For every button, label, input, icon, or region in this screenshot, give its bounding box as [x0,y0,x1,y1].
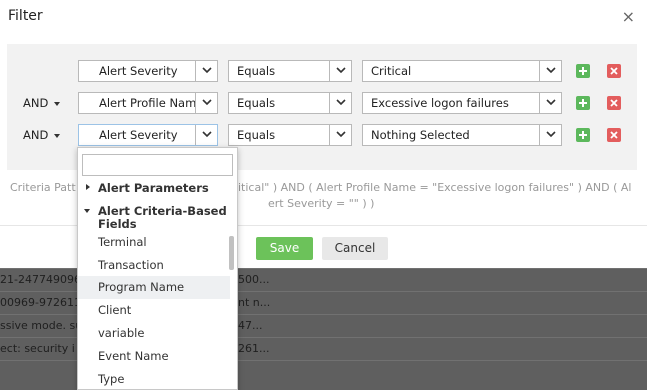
dropdown-search-input[interactable] [82,154,233,176]
connector-select[interactable]: AND [23,96,48,110]
close-icon[interactable]: × [622,8,635,26]
group-label: Alert Parameters [98,181,209,195]
add-row-button[interactable] [576,128,590,142]
x-icon [610,99,618,107]
delete-row-button[interactable] [607,96,621,110]
delete-row-button[interactable] [607,128,621,142]
table-cell: ssive mode. sul [0,319,86,332]
dropdown-item[interactable]: Terminal [78,231,230,254]
add-row-button[interactable] [576,64,590,78]
chevron-down-icon[interactable] [329,125,351,145]
field-select[interactable]: Alert Severity [78,124,218,146]
plus-icon [579,131,587,139]
field-select-value: Alert Profile Nam [99,96,195,110]
value-select-value: Excessive logon failures [371,96,509,110]
table-cell: 47... [238,319,263,332]
caret-right-icon [86,184,90,190]
plus-icon [579,99,587,107]
criteria-pattern-line: Criteria Patt itical" ) AND ( Alert Prof… [10,180,631,196]
dropdown-item[interactable]: Event Name [78,345,230,368]
table-cell: ect: security i [0,342,75,355]
plus-icon [579,67,587,75]
operator-select[interactable]: Equals [228,60,352,82]
value-select-value: Critical [371,64,412,78]
value-select[interactable]: Nothing Selected [362,124,562,146]
caret-down-icon[interactable] [54,102,60,106]
value-select[interactable]: Excessive logon failures [362,92,562,114]
value-select-value: Nothing Selected [371,128,470,142]
save-button[interactable]: Save [256,237,313,260]
table-cell: 21-247749096 [0,273,81,286]
table-cell: nt n... [238,296,271,309]
chevron-down-icon[interactable] [329,93,351,113]
dropdown-item[interactable]: Client [78,299,230,322]
criteria-pattern-label: Criteria Patt [10,181,76,194]
chevron-down-icon[interactable] [195,61,217,81]
caret-down-icon[interactable] [54,134,60,138]
dialog-title: Filter [8,8,43,24]
dropdown-item[interactable]: variable [78,322,230,345]
caret-down-icon [84,209,90,213]
operator-select-value: Equals [237,96,276,110]
connector-select[interactable]: AND [23,128,48,142]
criteria-pattern-text: ert Severity = "" ) ) [268,197,375,210]
operator-select[interactable]: Equals [228,92,352,114]
chevron-down-icon[interactable] [539,93,561,113]
criteria-pattern-text: itical" ) AND ( Alert Profile Name = "Ex… [238,181,632,194]
x-icon [610,67,618,75]
chevron-down-icon[interactable] [195,93,217,113]
field-select[interactable]: Alert Profile Nam [78,92,218,114]
table-cell: 00969-972611 [0,296,81,309]
table-cell: 500... [238,273,270,286]
chevron-down-icon[interactable] [195,125,217,145]
filter-row: Alert Severity Equals Critical [7,60,637,82]
field-select-value: Alert Severity [99,128,178,142]
add-row-button[interactable] [576,96,590,110]
dropdown-item[interactable]: Program Name [78,276,230,299]
filter-row: AND Alert Profile Nam Equals Excessive l… [7,92,637,114]
cancel-button[interactable]: Cancel [322,237,388,260]
operator-select[interactable]: Equals [228,124,352,146]
table-cell: 261... [238,342,270,355]
dropdown-item[interactable]: Type [78,368,230,389]
chevron-down-icon[interactable] [539,125,561,145]
operator-select-value: Equals [237,128,276,142]
value-select[interactable]: Critical [362,60,562,82]
operator-select-value: Equals [237,64,276,78]
chevron-down-icon[interactable] [329,61,351,81]
chevron-down-icon[interactable] [539,61,561,81]
dropdown-scrollbar[interactable] [229,236,234,270]
field-select[interactable]: Alert Severity [78,60,218,82]
field-dropdown-menu: Alert Parameters Alert Criteria-Based Fi… [77,147,238,390]
group-label: Alert Criteria-Based Fields [98,204,227,231]
dropdown-item[interactable]: Transaction [78,254,230,277]
delete-row-button[interactable] [607,64,621,78]
field-select-value: Alert Severity [99,64,178,78]
x-icon [610,131,618,139]
filter-row: AND Alert Severity Equals Nothing Select… [7,124,637,146]
